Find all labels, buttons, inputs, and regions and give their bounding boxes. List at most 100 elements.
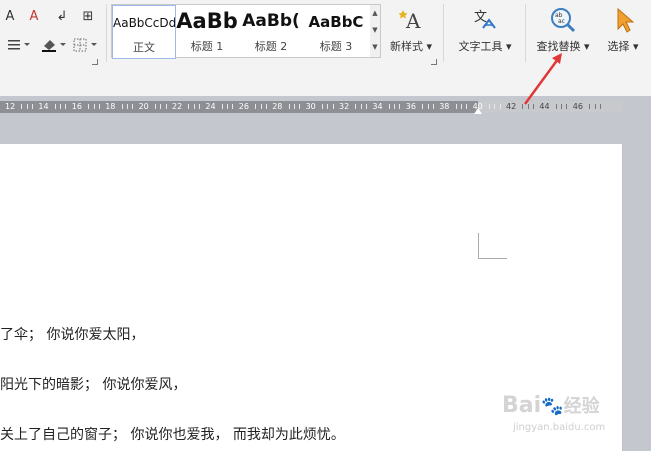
- ruler-tick: [460, 104, 462, 109]
- document-line[interactable]: 阳光下的暗影； 你说你爱风，: [0, 374, 186, 394]
- table-button[interactable]: ⊞: [80, 8, 96, 26]
- ruler-tick: [88, 104, 90, 109]
- ruler-tick: [255, 104, 257, 109]
- ruler-tick: [599, 104, 601, 109]
- ruler-tick: [227, 104, 229, 109]
- ruler-number: 14: [38, 102, 49, 111]
- ruler-tick: [360, 104, 362, 109]
- svg-text:ac: ac: [558, 18, 565, 25]
- ruler-tick: [432, 104, 434, 109]
- ruler-tick: [533, 104, 535, 109]
- ruler-tick: [527, 104, 529, 109]
- ruler-tick: [265, 104, 267, 109]
- ruler-tick: [221, 104, 223, 109]
- ruler-tick: [154, 104, 156, 109]
- ruler-tick: [522, 104, 524, 109]
- font-size-grow-button[interactable]: A: [2, 8, 18, 26]
- ruler-number: 30: [305, 102, 316, 111]
- ruler-number: 36: [405, 102, 416, 111]
- ruler-tick: [321, 104, 323, 109]
- divider: [525, 4, 526, 62]
- ruler-tick: [288, 104, 290, 109]
- fill-color-icon[interactable]: [40, 38, 70, 56]
- ruler-tick: [327, 104, 329, 109]
- ruler-tick: [165, 104, 167, 109]
- scroll-up-icon[interactable]: ▲: [370, 5, 380, 22]
- ruler-tick: [589, 104, 591, 109]
- ruler-tick: [54, 104, 56, 109]
- style-label: 标题 1: [190, 40, 224, 53]
- ribbon-toolbar: A A ↲ ⊞ AaBbCcDd 正文 AaBb 标题 1 AaBb( 标题 2…: [0, 0, 651, 97]
- border-icon[interactable]: [72, 38, 102, 56]
- style-sample: AaBbCcDd: [113, 16, 175, 30]
- sort-button[interactable]: ↲: [54, 8, 70, 26]
- font-size-shrink-button[interactable]: A: [26, 8, 42, 26]
- styles-launcher-icon[interactable]: [431, 59, 437, 65]
- horizontal-ruler[interactable]: 12 14 16 18 20 22 24 26 28 30 32 34 36 38 40 42 44 46: [0, 101, 622, 113]
- ruler-number: 34: [372, 102, 383, 111]
- list-icon[interactable]: [2, 38, 32, 56]
- style-normal[interactable]: AaBbCcDd 正文: [112, 5, 176, 59]
- ruler-tick: [466, 104, 468, 109]
- find-replace-icon: ab ac: [549, 6, 577, 34]
- ruler-number: 18: [105, 102, 116, 111]
- ruler-number: 16: [71, 102, 82, 111]
- ruler-tick: [555, 104, 557, 109]
- ruler-tick: [566, 104, 568, 109]
- ruler-tick: [160, 104, 162, 109]
- indent-marker-icon[interactable]: [474, 108, 482, 114]
- ruler-tick: [199, 104, 201, 109]
- ruler-tick: [394, 104, 396, 109]
- find-replace-label: 查找替换: [536, 40, 581, 53]
- style-sample: AaBb: [176, 9, 238, 33]
- select-button[interactable]: 选择 ▾: [598, 6, 648, 54]
- document-line[interactable]: 关上了自己的窗子； 你说你也爱我， 而我却为此烦忧。: [0, 424, 345, 444]
- style-sample: AaBbC: [308, 13, 364, 31]
- new-style-label: 新样式: [389, 40, 423, 53]
- text-tools-icon: 文: [471, 6, 499, 34]
- style-gallery-scrollbar[interactable]: ▲ ▼ ▼: [370, 4, 381, 58]
- ruler-tick: [126, 104, 128, 109]
- ruler-tick: [26, 104, 28, 109]
- style-heading-1[interactable]: AaBb 标题 1: [176, 5, 238, 57]
- ruler-tick: [65, 104, 67, 109]
- ruler-tick: [293, 104, 295, 109]
- ruler-tick: [388, 104, 390, 109]
- style-heading-3[interactable]: AaBbC 标题 3: [304, 5, 368, 57]
- style-sample: AaBb(: [242, 11, 300, 31]
- ruler-number: 38: [439, 102, 450, 111]
- ruler-tick: [427, 104, 429, 109]
- ruler-tick: [422, 104, 424, 109]
- scroll-down-icon[interactable]: ▼: [370, 22, 380, 39]
- ruler-number: 24: [205, 102, 216, 111]
- style-label: 标题 3: [319, 40, 353, 53]
- ruler-tick: [232, 104, 234, 109]
- ruler-number: 12: [5, 102, 16, 111]
- expand-gallery-icon[interactable]: ▼: [370, 39, 380, 56]
- ruler-tick: [21, 104, 23, 109]
- ruler-number: 42: [506, 102, 517, 111]
- new-style-button[interactable]: A 新样式 ▾: [386, 6, 436, 54]
- new-style-icon: A: [397, 6, 425, 34]
- ruler-tick: [93, 104, 95, 109]
- ruler-number: 26: [238, 102, 249, 111]
- margin-corner-mark: [478, 233, 507, 259]
- watermark-url: jingyan.baidu.com: [513, 422, 606, 433]
- divider: [443, 4, 444, 62]
- style-label: 正文: [133, 41, 155, 54]
- text-tools-button[interactable]: 文 文字工具 ▾: [454, 6, 516, 54]
- ruler-tick: [561, 104, 563, 109]
- ruler-tick: [121, 104, 123, 109]
- ruler-tick: [260, 104, 262, 109]
- ruler-tick: [355, 104, 357, 109]
- style-heading-2[interactable]: AaBb( 标题 2: [240, 5, 302, 57]
- ruler-number: 44: [539, 102, 550, 111]
- select-label: 选择: [607, 40, 630, 53]
- ruler-number: 46: [572, 102, 583, 111]
- ruler-tick: [494, 104, 496, 109]
- ruler-tick: [32, 104, 34, 109]
- document-line[interactable]: 了伞； 你说你爱太阳，: [0, 324, 144, 344]
- ruler-tick: [488, 104, 490, 109]
- find-replace-button[interactable]: ab ac 查找替换 ▾: [532, 6, 594, 54]
- paragraph-launcher-icon[interactable]: [92, 59, 98, 65]
